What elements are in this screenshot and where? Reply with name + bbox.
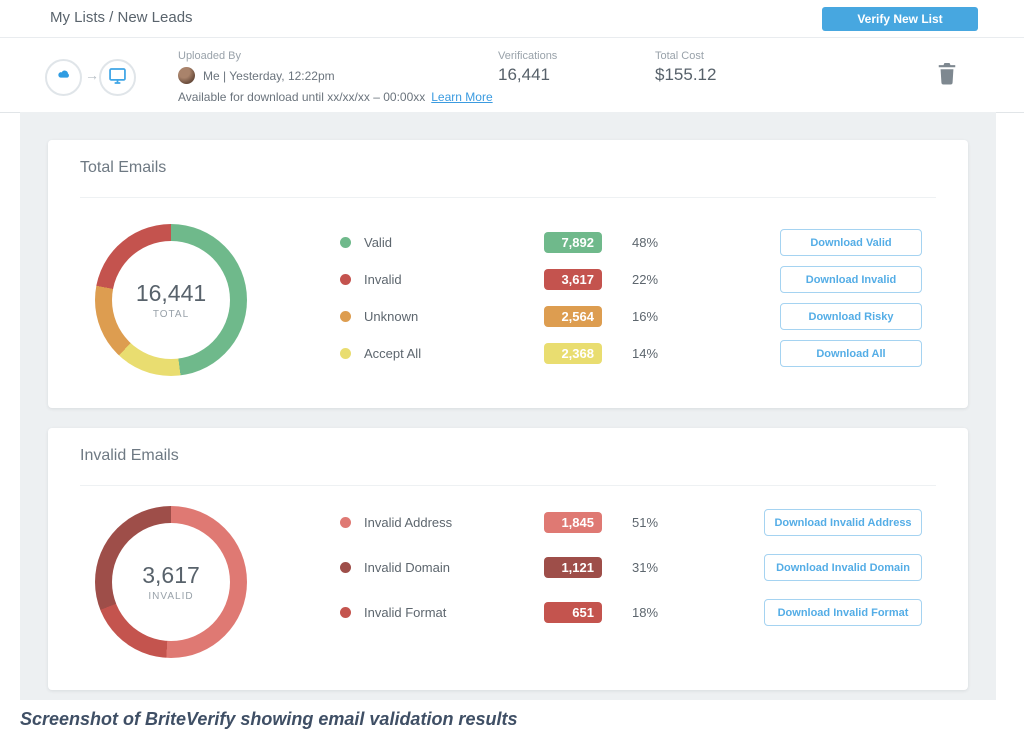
verifications-value: 16,441: [498, 65, 557, 85]
donut-center-value: 3,617: [142, 562, 200, 589]
percent-value: 16%: [632, 309, 682, 324]
legend-label: Accept All: [364, 346, 544, 361]
legend-label: Valid: [364, 235, 544, 250]
download-invalid-address-button[interactable]: Download Invalid Address: [764, 509, 922, 536]
percent-value: 51%: [632, 515, 682, 530]
legend-label: Unknown: [364, 309, 544, 324]
legend-label: Invalid Address: [364, 515, 544, 530]
breadcrumb[interactable]: My Lists / New Leads: [50, 9, 193, 26]
count-badge: 1,121: [544, 557, 602, 578]
download-risky-button[interactable]: Download Risky: [780, 303, 922, 330]
total-emails-donut: 16,441 TOTAL: [95, 224, 247, 376]
download-invalid-format-button[interactable]: Download Invalid Format: [764, 599, 922, 626]
destination-circle: [99, 59, 136, 96]
legend-row-invalid-domain: Invalid Domain 1,121 31% Download Invali…: [340, 554, 922, 581]
card-title: Total Emails: [80, 159, 166, 177]
percent-value: 14%: [632, 346, 682, 361]
donut-center-value: 16,441: [136, 280, 206, 307]
legend-row-invalid-address: Invalid Address 1,845 51% Download Inval…: [340, 509, 922, 536]
count-badge: 2,368: [544, 343, 602, 364]
legend-row-unknown: Unknown 2,564 16% Download Risky: [340, 303, 922, 330]
legend-dot: [340, 311, 351, 322]
verify-new-list-button[interactable]: Verify New List: [822, 7, 978, 31]
content-panel: Total Emails 16,441 TOTAL Valid 7,892 48…: [20, 112, 996, 700]
legend-dot: [340, 562, 351, 573]
uploaded-by-block: Uploaded By Me | Yesterday, 12:22pm Avai…: [178, 50, 493, 104]
divider: [80, 197, 936, 198]
count-badge: 1,845: [544, 512, 602, 533]
donut-center-label: TOTAL: [153, 309, 189, 320]
verifications-label: Verifications: [498, 50, 557, 62]
total-cost-value: $155.12: [655, 65, 716, 85]
legend-list: Valid 7,892 48% Download Valid Invalid 3…: [340, 229, 922, 367]
image-caption: Screenshot of BriteVerify showing email …: [20, 709, 517, 730]
legend-label: Invalid: [364, 272, 544, 287]
legend-dot: [340, 348, 351, 359]
percent-value: 18%: [632, 605, 682, 620]
monitor-icon: [107, 65, 128, 91]
legend-dot: [340, 607, 351, 618]
top-bar: My Lists / New Leads Verify New List: [0, 0, 1024, 38]
uploader-name-time: Me | Yesterday, 12:22pm: [203, 69, 335, 83]
count-badge: 7,892: [544, 232, 602, 253]
legend-row-valid: Valid 7,892 48% Download Valid: [340, 229, 922, 256]
learn-more-link[interactable]: Learn More: [431, 90, 492, 104]
count-badge: 651: [544, 602, 602, 623]
legend-row-invalid: Invalid 3,617 22% Download Invalid: [340, 266, 922, 293]
count-badge: 3,617: [544, 269, 602, 290]
total-emails-card: Total Emails 16,441 TOTAL Valid 7,892 48…: [48, 140, 968, 408]
legend-dot: [340, 237, 351, 248]
arrow-right-icon: →: [85, 67, 99, 83]
total-cost-stat: Total Cost $155.12: [655, 50, 716, 85]
percent-value: 48%: [632, 235, 682, 250]
count-badge: 2,564: [544, 306, 602, 327]
download-valid-button[interactable]: Download Valid: [780, 229, 922, 256]
uploaded-by-label: Uploaded By: [178, 50, 493, 62]
availability-text: Available for download until xx/xx/xx – …: [178, 90, 425, 104]
download-invalid-domain-button[interactable]: Download Invalid Domain: [764, 554, 922, 581]
card-title: Invalid Emails: [80, 447, 179, 465]
legend-label: Invalid Domain: [364, 560, 544, 575]
list-summary-bar: → Uploaded By Me | Yesterday, 12:22pm Av…: [0, 38, 1024, 113]
cloud-icon: [53, 67, 75, 89]
legend-row-invalid-format: Invalid Format 651 18% Download Invalid …: [340, 599, 922, 626]
percent-value: 22%: [632, 272, 682, 287]
download-all-button[interactable]: Download All: [780, 340, 922, 367]
legend-row-accept-all: Accept All 2,368 14% Download All: [340, 340, 922, 367]
legend-dot: [340, 517, 351, 528]
source-circle: [45, 59, 82, 96]
trash-icon[interactable]: [936, 61, 958, 91]
divider: [80, 485, 936, 486]
uploader-avatar: [178, 67, 195, 84]
invalid-emails-card: Invalid Emails 3,617 INVALID Invalid Add…: [48, 428, 968, 690]
legend-list: Invalid Address 1,845 51% Download Inval…: [340, 509, 922, 626]
total-cost-label: Total Cost: [655, 50, 716, 62]
download-invalid-button[interactable]: Download Invalid: [780, 266, 922, 293]
invalid-emails-donut: 3,617 INVALID: [95, 506, 247, 658]
legend-label: Invalid Format: [364, 605, 544, 620]
verifications-stat: Verifications 16,441: [498, 50, 557, 85]
percent-value: 31%: [632, 560, 682, 575]
donut-center-label: INVALID: [148, 591, 193, 602]
legend-dot: [340, 274, 351, 285]
